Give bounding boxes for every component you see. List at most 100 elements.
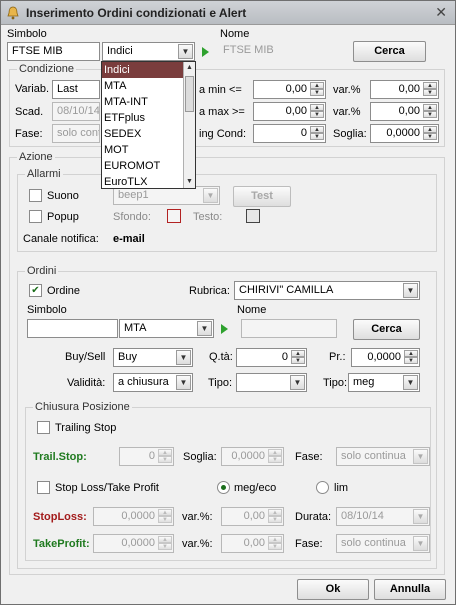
- max-label: a max >=: [199, 106, 245, 118]
- simbolo-label: Simbolo: [7, 28, 47, 40]
- ing-cond-spinner[interactable]: 0 ▲ ▼: [253, 124, 326, 143]
- tipo2-select[interactable]: meg ▼: [348, 373, 420, 392]
- min-spinner[interactable]: 0,00 ▲ ▼: [253, 80, 326, 99]
- ok-button[interactable]: Ok: [297, 579, 369, 600]
- chevron-down-icon[interactable]: ▼: [403, 283, 418, 298]
- stoploss-spinner[interactable]: 0,0000 ▲ ▼: [93, 507, 174, 526]
- popup-checkbox[interactable]: [29, 210, 42, 223]
- spinner-arrows-icon[interactable]: ▲ ▼: [310, 104, 324, 119]
- max-value: 0,00: [285, 105, 307, 117]
- var-max-spinner[interactable]: 0,00 ▲ ▼: [370, 102, 439, 121]
- dropdown-option[interactable]: EUROMOT: [102, 158, 195, 174]
- dropdown-option[interactable]: MTA-INT: [102, 94, 195, 110]
- max-spinner[interactable]: 0,00 ▲ ▼: [253, 102, 326, 121]
- spinner-arrows-icon[interactable]: ▲ ▼: [423, 126, 437, 141]
- stoploss-var-label: var.%:: [182, 511, 213, 523]
- play-icon[interactable]: [202, 47, 209, 57]
- lim-radio[interactable]: [316, 481, 329, 494]
- spinner-arrows-icon[interactable]: ▲ ▼: [423, 104, 437, 119]
- spinner-arrows-icon[interactable]: ▲ ▼: [268, 449, 282, 464]
- spinner-arrows-icon[interactable]: ▲ ▼: [404, 350, 418, 365]
- chevron-down-icon[interactable]: ▼: [413, 509, 428, 524]
- scroll-up-icon[interactable]: ▲: [184, 62, 195, 74]
- rubrica-select[interactable]: CHIRIVI" CAMILLA ▼: [234, 281, 420, 300]
- spinner-arrows-icon[interactable]: ▲ ▼: [291, 350, 305, 365]
- fase-select[interactable]: solo continua: [52, 124, 100, 143]
- fase2-select[interactable]: solo continua ▼: [336, 534, 430, 553]
- close-icon[interactable]: ✕: [435, 4, 447, 21]
- takeprofit-spinner[interactable]: 0,0000 ▲ ▼: [93, 534, 174, 553]
- spinner-arrows-icon[interactable]: ▲ ▼: [158, 449, 172, 464]
- qta-label: Q.tà:: [209, 351, 233, 363]
- simbolo-input[interactable]: FTSE MIB: [7, 42, 100, 61]
- spinner-arrows-icon[interactable]: ▲ ▼: [310, 126, 324, 141]
- chiusura-soglia-spinner[interactable]: 0,0000 ▲ ▼: [221, 447, 284, 466]
- chevron-down-icon[interactable]: ▼: [197, 321, 212, 336]
- spinner-arrows-icon[interactable]: ▲ ▼: [268, 536, 282, 551]
- stoploss-var-value: 0,00: [243, 510, 265, 522]
- soglia-spinner[interactable]: 0,0000 ▲ ▼: [370, 124, 439, 143]
- play-icon[interactable]: [221, 324, 228, 334]
- ordini-simbolo-input[interactable]: [27, 319, 118, 338]
- dropdown-option[interactable]: MTA: [102, 78, 195, 94]
- dropdown-option[interactable]: Indici: [102, 62, 195, 78]
- tipo-select[interactable]: ▼: [236, 373, 307, 392]
- chevron-down-icon[interactable]: ▼: [176, 350, 191, 365]
- market-dropdown-list[interactable]: Indici MTA MTA-INT ETFplus SEDEX MOT EUROMOT Eu…: [101, 61, 196, 189]
- trailing-checkbox[interactable]: [37, 421, 50, 434]
- cerca-button[interactable]: Cerca: [353, 41, 426, 62]
- dropdown-option[interactable]: ETFplus: [102, 110, 195, 126]
- trailstop-spinner[interactable]: 0 ▲ ▼: [119, 447, 174, 466]
- testo-color-swatch[interactable]: [246, 209, 260, 223]
- spinner-arrows-icon[interactable]: ▲ ▼: [310, 82, 324, 97]
- ordini-cerca-button[interactable]: Cerca: [353, 319, 420, 340]
- ordine-checkbox[interactable]: ✔: [29, 284, 42, 297]
- scroll-down-icon[interactable]: ▼: [184, 176, 195, 188]
- validita-select[interactable]: a chiusura ▼: [113, 373, 193, 392]
- spinner-arrows-icon[interactable]: ▲ ▼: [158, 509, 172, 524]
- chiusura-fase-label: Fase:: [295, 451, 323, 463]
- chevron-down-icon[interactable]: ▼: [178, 44, 193, 59]
- suono-checkbox[interactable]: [29, 189, 42, 202]
- chevron-down-icon[interactable]: ▼: [413, 536, 428, 551]
- chevron-down-icon[interactable]: ▼: [403, 375, 418, 390]
- annulla-button[interactable]: Annulla: [374, 579, 446, 600]
- spinner-arrows-icon[interactable]: ▲ ▼: [423, 82, 437, 97]
- window-title: Inserimento Ordini condizionati e Alert: [26, 6, 247, 20]
- stoploss-var-spinner[interactable]: 0,00 ▲ ▼: [221, 507, 284, 526]
- megeco-radio[interactable]: [217, 481, 230, 494]
- tipo-label: Tipo:: [208, 377, 233, 389]
- ordini-market-select[interactable]: MTA ▼: [119, 319, 214, 338]
- scad-select[interactable]: 08/10/14: [52, 102, 100, 121]
- chevron-down-icon[interactable]: ▼: [203, 188, 218, 203]
- ing-cond-value: 0: [300, 127, 307, 139]
- variab-select[interactable]: Last: [52, 80, 100, 99]
- chevron-down-icon[interactable]: ▼: [290, 375, 305, 390]
- dropdown-option[interactable]: EuroTLX: [102, 174, 195, 190]
- takeprofit-var-spinner[interactable]: 0,00 ▲ ▼: [221, 534, 284, 553]
- buysell-select[interactable]: Buy ▼: [113, 348, 193, 367]
- spinner-arrows-icon[interactable]: ▲ ▼: [158, 536, 172, 551]
- pr-spinner[interactable]: 0,0000 ▲ ▼: [351, 348, 420, 367]
- title-bar[interactable]: Inserimento Ordini condizionati e Alert …: [1, 1, 455, 25]
- dropdown-option[interactable]: SEDEX: [102, 126, 195, 142]
- chevron-down-icon[interactable]: ▼: [176, 375, 191, 390]
- takeprofit-var-value: 0,00: [243, 537, 265, 549]
- sfondo-color-swatch[interactable]: [167, 209, 181, 223]
- qta-spinner[interactable]: 0 ▲ ▼: [236, 348, 307, 367]
- chiusura-fase-select[interactable]: solo continua ▼: [336, 447, 430, 466]
- fase-label: Fase:: [15, 128, 43, 140]
- dropdown-option[interactable]: MOT: [102, 142, 195, 158]
- dropdown-scrollbar[interactable]: ▲ ▼: [183, 62, 195, 188]
- test-button[interactable]: Test: [233, 186, 291, 207]
- spinner-arrows-icon[interactable]: ▲ ▼: [268, 509, 282, 524]
- chevron-down-icon[interactable]: ▼: [413, 449, 428, 464]
- var-min-spinner[interactable]: 0,00 ▲ ▼: [370, 80, 439, 99]
- sltp-checkbox[interactable]: [37, 481, 50, 494]
- var-min-label: var.%: [333, 84, 361, 96]
- tipo2-value: meg: [353, 376, 375, 388]
- dialog-window: Inserimento Ordini condizionati e Alert …: [0, 0, 456, 605]
- durata-select[interactable]: 08/10/14 ▼: [336, 507, 430, 526]
- market-select[interactable]: Indici ▼: [102, 42, 195, 61]
- scroll-thumb[interactable]: [185, 76, 194, 112]
